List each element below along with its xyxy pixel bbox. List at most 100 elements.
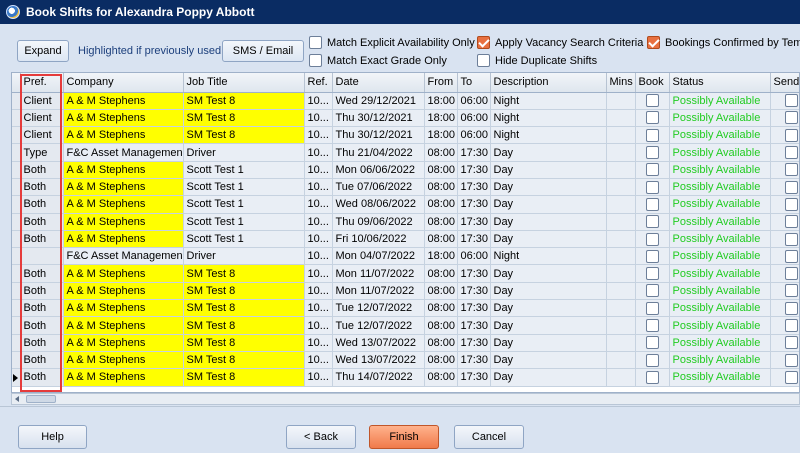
table-row[interactable]: Both A & M Stephens Scott Test 1 10... Tue 0… [12, 178, 799, 197]
table-row[interactable]: Both A & M Stephens SM Test 8 10... Mon 11/0… [12, 264, 799, 283]
cell-book-checkbox[interactable] [645, 249, 659, 263]
col-header-pref[interactable]: Pref. [20, 73, 64, 93]
cell-send-checkbox[interactable] [784, 163, 798, 177]
cell-send-checkbox[interactable] [784, 370, 798, 384]
col-header-send[interactable]: Send [770, 73, 799, 93]
table-row[interactable]: Client A & M Stephens SM Test 8 10... Thu 30… [12, 126, 799, 145]
match-grade-checkbox[interactable]: Match Exact Grade Only [309, 54, 447, 67]
cell-book-checkbox[interactable] [645, 353, 659, 367]
col-header-status[interactable]: Status [669, 73, 771, 93]
table-row[interactable]: Client A & M Stephens SM Test 8 10... Wed 29… [12, 92, 799, 110]
col-header-ref[interactable]: Ref. [304, 73, 333, 93]
apply-vacancy-box[interactable] [477, 36, 490, 49]
table-row[interactable]: Both A & M Stephens SM Test 8 10... Tue 12/0… [12, 299, 799, 318]
cell-book-checkbox[interactable] [645, 128, 659, 142]
cell-book-checkbox[interactable] [645, 146, 659, 160]
col-header-job-title[interactable]: Job Title [183, 73, 305, 93]
table-row[interactable]: Both A & M Stephens Scott Test 1 10... Thu 0… [12, 213, 799, 231]
table-row[interactable]: Both A & M Stephens Scott Test 1 10... Wed 0… [12, 195, 799, 214]
cell-send-checkbox[interactable] [784, 319, 798, 332]
cell-send-checkbox[interactable] [784, 146, 798, 160]
apply-vacancy-checkbox[interactable]: Apply Vacancy Search Criteria [477, 36, 643, 49]
cell-book-checkbox[interactable] [645, 197, 659, 211]
horizontal-scrollbar[interactable] [11, 393, 800, 405]
cell-book-checkbox[interactable] [645, 163, 659, 177]
table-row[interactable]: Both A & M Stephens SM Test 8 10... Mon 11/0… [12, 282, 799, 301]
scrollbar-thumb[interactable] [26, 395, 56, 403]
cell-send-checkbox[interactable] [784, 249, 798, 263]
cell-book-checkbox[interactable] [645, 301, 659, 315]
cell-send-checkbox[interactable] [784, 128, 798, 142]
hide-duplicates-checkbox[interactable]: Hide Duplicate Shifts [477, 54, 597, 67]
cell-book-checkbox[interactable] [645, 111, 659, 125]
cell-book-checkbox[interactable] [645, 267, 659, 281]
expand-button[interactable]: Expand [17, 40, 69, 62]
cell-book-checkbox[interactable] [645, 232, 659, 246]
row-indicator[interactable] [12, 230, 21, 249]
cell-send-checkbox[interactable] [784, 336, 798, 350]
back-button[interactable]: < Back [286, 425, 356, 449]
match-availability-checkbox[interactable]: Match Explicit Availability Only [309, 36, 475, 49]
cell-send-checkbox[interactable] [784, 267, 798, 281]
cell-send-checkbox[interactable] [784, 197, 798, 211]
table-row[interactable]: Both A & M Stephens SM Test 8 10... Thu 14/0… [12, 368, 799, 387]
cell-book-checkbox[interactable] [645, 336, 659, 350]
table-row[interactable]: F&C Asset Managemen... Driver 10... Mon 04/… [12, 247, 799, 266]
match-grade-box[interactable] [309, 54, 322, 67]
row-indicator[interactable] [12, 109, 21, 128]
row-indicator[interactable] [12, 282, 21, 301]
cell-send-checkbox[interactable] [784, 94, 798, 108]
row-indicator[interactable] [12, 178, 21, 197]
row-indicator[interactable] [12, 247, 21, 266]
bookings-confirmed-checkbox[interactable]: Bookings Confirmed by Temp [647, 36, 800, 49]
row-indicator[interactable] [12, 195, 21, 214]
help-button[interactable]: Help [18, 425, 87, 449]
cell-book-checkbox[interactable] [645, 94, 659, 108]
row-indicator[interactable] [12, 299, 21, 318]
row-indicator[interactable] [12, 264, 21, 283]
cancel-button[interactable]: Cancel [454, 425, 524, 449]
row-indicator[interactable] [12, 213, 21, 231]
col-header-from[interactable]: From [424, 73, 458, 93]
table-row[interactable]: Both A & M Stephens SM Test 8 10... Wed 13/0… [12, 334, 799, 352]
row-indicator[interactable] [12, 316, 21, 335]
cell-send-checkbox[interactable] [784, 284, 798, 298]
match-availability-box[interactable] [309, 36, 322, 49]
shifts-grid[interactable]: Pref. Company Job Title Ref. Date From T… [11, 72, 800, 393]
row-indicator[interactable] [12, 351, 21, 370]
col-header-date[interactable]: Date [332, 73, 425, 93]
cell-book-checkbox[interactable] [645, 284, 659, 298]
row-indicator[interactable] [12, 143, 21, 162]
col-header-to[interactable]: To [457, 73, 491, 93]
cell-send-checkbox[interactable] [784, 301, 798, 315]
col-header-description[interactable]: Description [490, 73, 607, 93]
col-header-mins[interactable]: Mins [606, 73, 636, 93]
table-row[interactable]: Type F&C Asset Managemen... Driver 10... Thu… [12, 143, 799, 162]
hide-duplicates-box[interactable] [477, 54, 490, 67]
row-indicator[interactable] [12, 334, 21, 352]
table-row[interactable]: Both A & M Stephens Scott Test 1 10... Mon 0… [12, 161, 799, 179]
bookings-confirmed-box[interactable] [647, 36, 660, 49]
col-header-book[interactable]: Book [635, 73, 670, 93]
col-header-company[interactable]: Company [63, 73, 184, 93]
cell-send-checkbox[interactable] [784, 111, 798, 125]
cell-send-checkbox[interactable] [784, 232, 798, 246]
cell-send-checkbox[interactable] [784, 215, 798, 229]
cell-send-checkbox[interactable] [784, 353, 798, 367]
table-row[interactable]: Both A & M Stephens SM Test 8 10... Wed 13/0… [12, 351, 799, 370]
cell-book-checkbox[interactable] [645, 319, 659, 332]
cell-book-checkbox[interactable] [645, 215, 659, 229]
cell-book-checkbox[interactable] [645, 180, 659, 194]
row-indicator[interactable] [12, 161, 21, 179]
sms-email-button[interactable]: SMS / Email [222, 40, 304, 62]
table-row[interactable]: Both A & M Stephens SM Test 8 10... Tue 12/0… [12, 316, 799, 335]
table-row[interactable]: Both A & M Stephens Scott Test 1 10... Fri 1… [12, 230, 799, 249]
scroll-left-icon[interactable] [15, 396, 19, 402]
cell-book-checkbox[interactable] [645, 370, 659, 384]
row-indicator[interactable] [12, 368, 21, 387]
finish-button[interactable]: Finish [369, 425, 439, 449]
table-row[interactable]: Client A & M Stephens SM Test 8 10... Thu 30… [12, 109, 799, 128]
row-indicator[interactable] [12, 92, 21, 110]
row-indicator[interactable] [12, 126, 21, 145]
cell-send-checkbox[interactable] [784, 180, 798, 194]
